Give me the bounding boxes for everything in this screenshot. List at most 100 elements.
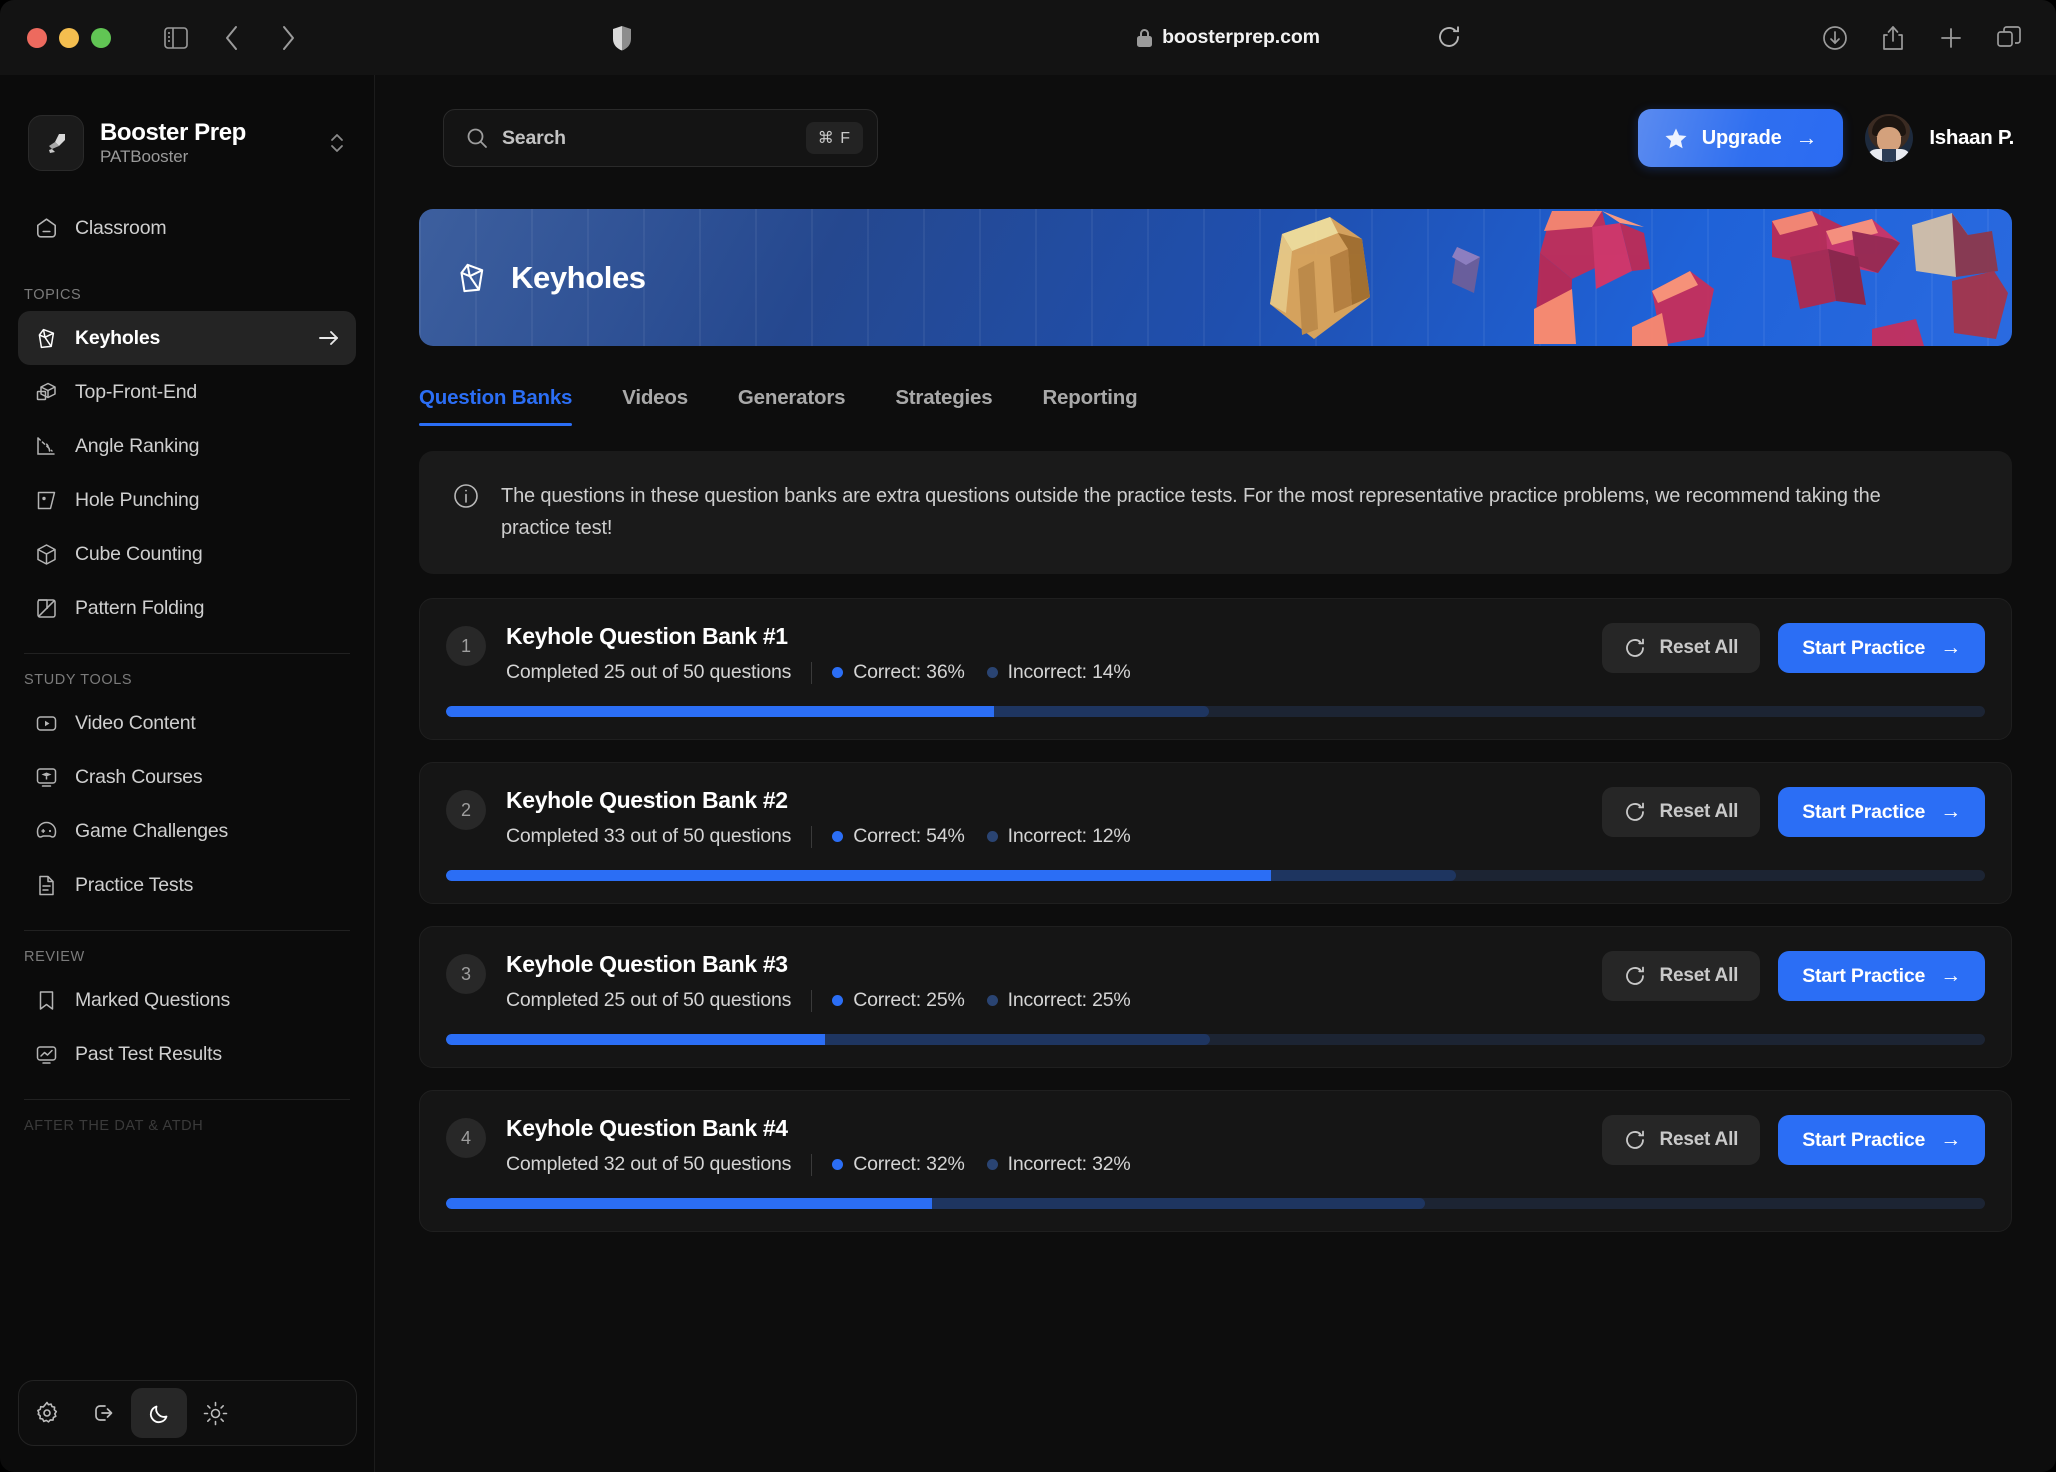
page-title-text: Keyholes <box>511 260 646 296</box>
sidebar-item-angle-ranking[interactable]: Angle Ranking <box>18 419 356 473</box>
start-practice-label: Start Practice <box>1802 965 1925 988</box>
sidebar-item-top-front-end[interactable]: Top-Front-End <box>18 365 356 419</box>
sidebar-item-label: Crash Courses <box>75 766 202 789</box>
graduation-screen-icon <box>34 765 59 790</box>
back-arrow-icon[interactable] <box>215 21 249 55</box>
bank-progress-text: Completed 25 out of 50 questions <box>506 989 791 1012</box>
upgrade-label: Upgrade <box>1702 127 1782 150</box>
new-tab-icon[interactable] <box>1934 21 1968 55</box>
shield-icon[interactable] <box>605 21 639 55</box>
start-practice-button[interactable]: Start Practice → <box>1778 787 1985 837</box>
window-traffic-lights <box>27 28 111 48</box>
sidebar-item-label: Game Challenges <box>75 820 228 843</box>
document-lines-icon <box>34 873 59 898</box>
maximize-window-button[interactable] <box>91 28 111 48</box>
sidebar-item-marked-questions[interactable]: Marked Questions <box>18 973 356 1027</box>
fold-square-icon <box>34 596 59 621</box>
incorrect-label: Incorrect: 14% <box>1008 661 1131 684</box>
tab-videos[interactable]: Videos <box>622 386 688 426</box>
meta-separator <box>811 990 812 1012</box>
rocket-icon <box>28 115 84 171</box>
upgrade-button[interactable]: Upgrade → <box>1638 109 1844 167</box>
correct-label: Correct: 54% <box>853 825 964 848</box>
sidebar-section-review-label: REVIEW <box>24 949 374 965</box>
sidebar-item-past-test-results[interactable]: Past Test Results <box>18 1027 356 1081</box>
browser-toolbar: boosterprep.com <box>0 0 2056 75</box>
forward-arrow-icon[interactable] <box>271 21 305 55</box>
reset-all-button[interactable]: Reset All <box>1602 623 1760 673</box>
sidebar-item-pattern-folding[interactable]: Pattern Folding <box>18 581 356 635</box>
sidebar-item-label: Classroom <box>75 217 166 240</box>
sidebar-divider-2 <box>24 930 350 931</box>
meta-separator <box>811 826 812 848</box>
progress-correct-segment <box>446 870 1277 881</box>
address-bar[interactable]: boosterprep.com <box>639 26 1818 49</box>
tab-generators[interactable]: Generators <box>738 386 845 426</box>
chevron-up-down-icon[interactable] <box>328 128 346 158</box>
start-practice-label: Start Practice <box>1802 801 1925 824</box>
sidebar-item-hole-punching[interactable]: Hole Punching <box>18 473 356 527</box>
sidebar-item-label: Cube Counting <box>75 543 203 566</box>
sidebar-item-cube-counting[interactable]: Cube Counting <box>18 527 356 581</box>
correct-label: Correct: 32% <box>853 1153 964 1176</box>
legend-incorrect: Incorrect: 14% <box>987 661 1131 684</box>
sidebar-toggle-icon[interactable] <box>159 21 193 55</box>
reload-icon[interactable] <box>1432 20 1466 54</box>
sidebar-item-practice-tests[interactable]: Practice Tests <box>18 858 356 912</box>
bank-title: Keyhole Question Bank #3 <box>506 951 1562 978</box>
legend-correct: Correct: 36% <box>832 661 964 684</box>
hero-banner: Keyholes <box>419 209 2012 346</box>
sidebar-item-keyholes[interactable]: Keyholes <box>18 311 356 365</box>
sidebar-item-video-content[interactable]: Video Content <box>18 696 356 750</box>
light-mode-button[interactable] <box>187 1388 243 1438</box>
progress-correct-segment <box>446 1198 938 1209</box>
bank-progress-text: Completed 25 out of 50 questions <box>506 661 791 684</box>
legend-correct: Correct: 54% <box>832 825 964 848</box>
start-practice-button[interactable]: Start Practice → <box>1778 951 1985 1001</box>
dark-mode-button[interactable] <box>131 1388 187 1438</box>
user-name: Ishaan P. <box>1929 126 2014 150</box>
sidebar-divider-3 <box>24 1099 350 1100</box>
incorrect-label: Incorrect: 25% <box>1008 989 1131 1012</box>
table-row: 3 Keyhole Question Bank #3 Completed 25 … <box>419 926 2012 1068</box>
sidebar-section-topics-label: TOPICS <box>24 287 374 303</box>
sidebar-item-game-challenges[interactable]: Game Challenges <box>18 804 356 858</box>
reset-all-button[interactable]: Reset All <box>1602 787 1760 837</box>
sidebar-section-after-dat-label: AFTER THE DAT & ATDH <box>24 1118 374 1134</box>
table-row: 2 Keyhole Question Bank #2 Completed 33 … <box>419 762 2012 904</box>
start-practice-button[interactable]: Start Practice → <box>1778 623 1985 673</box>
tab-strategies[interactable]: Strategies <box>895 386 992 426</box>
sidebar-item-classroom[interactable]: Classroom <box>18 201 356 255</box>
bank-number-badge: 1 <box>446 626 486 666</box>
tab-reporting[interactable]: Reporting <box>1042 386 1137 426</box>
progress-correct-segment <box>446 1034 831 1045</box>
start-practice-label: Start Practice <box>1802 1129 1925 1152</box>
close-window-button[interactable] <box>27 28 47 48</box>
share-icon[interactable] <box>1876 21 1910 55</box>
page-header: ⌘ F Upgrade → Ishaan P. <box>375 75 2056 169</box>
search-input[interactable]: ⌘ F <box>443 109 878 167</box>
reset-all-button[interactable]: Reset All <box>1602 1115 1760 1165</box>
legend-incorrect: Incorrect: 12% <box>987 825 1131 848</box>
start-practice-button[interactable]: Start Practice → <box>1778 1115 1985 1165</box>
arrow-right-icon: → <box>1940 636 1961 660</box>
bank-number-badge: 2 <box>446 790 486 830</box>
settings-button[interactable] <box>19 1388 75 1438</box>
sidebar-item-crash-courses[interactable]: Crash Courses <box>18 750 356 804</box>
downloads-icon[interactable] <box>1818 21 1852 55</box>
logout-button[interactable] <box>75 1388 131 1438</box>
tab-question-banks[interactable]: Question Banks <box>419 386 572 426</box>
info-circle-icon <box>453 483 479 544</box>
workspace-switcher[interactable]: Booster Prep PATBooster <box>28 115 346 171</box>
meta-separator <box>811 662 812 684</box>
minimize-window-button[interactable] <box>59 28 79 48</box>
search-field[interactable] <box>502 127 792 150</box>
home-pentagon-icon <box>34 216 59 241</box>
table-row: 1 Keyhole Question Bank #1 Completed 25 … <box>419 598 2012 740</box>
cube-faces-icon <box>34 380 59 405</box>
user-menu[interactable]: Ishaan P. <box>1865 114 2014 162</box>
gamepad-icon <box>34 819 59 844</box>
upgrade-arrow: → <box>1796 125 1818 151</box>
reset-all-button[interactable]: Reset All <box>1602 951 1760 1001</box>
tab-overview-icon[interactable] <box>1992 21 2026 55</box>
